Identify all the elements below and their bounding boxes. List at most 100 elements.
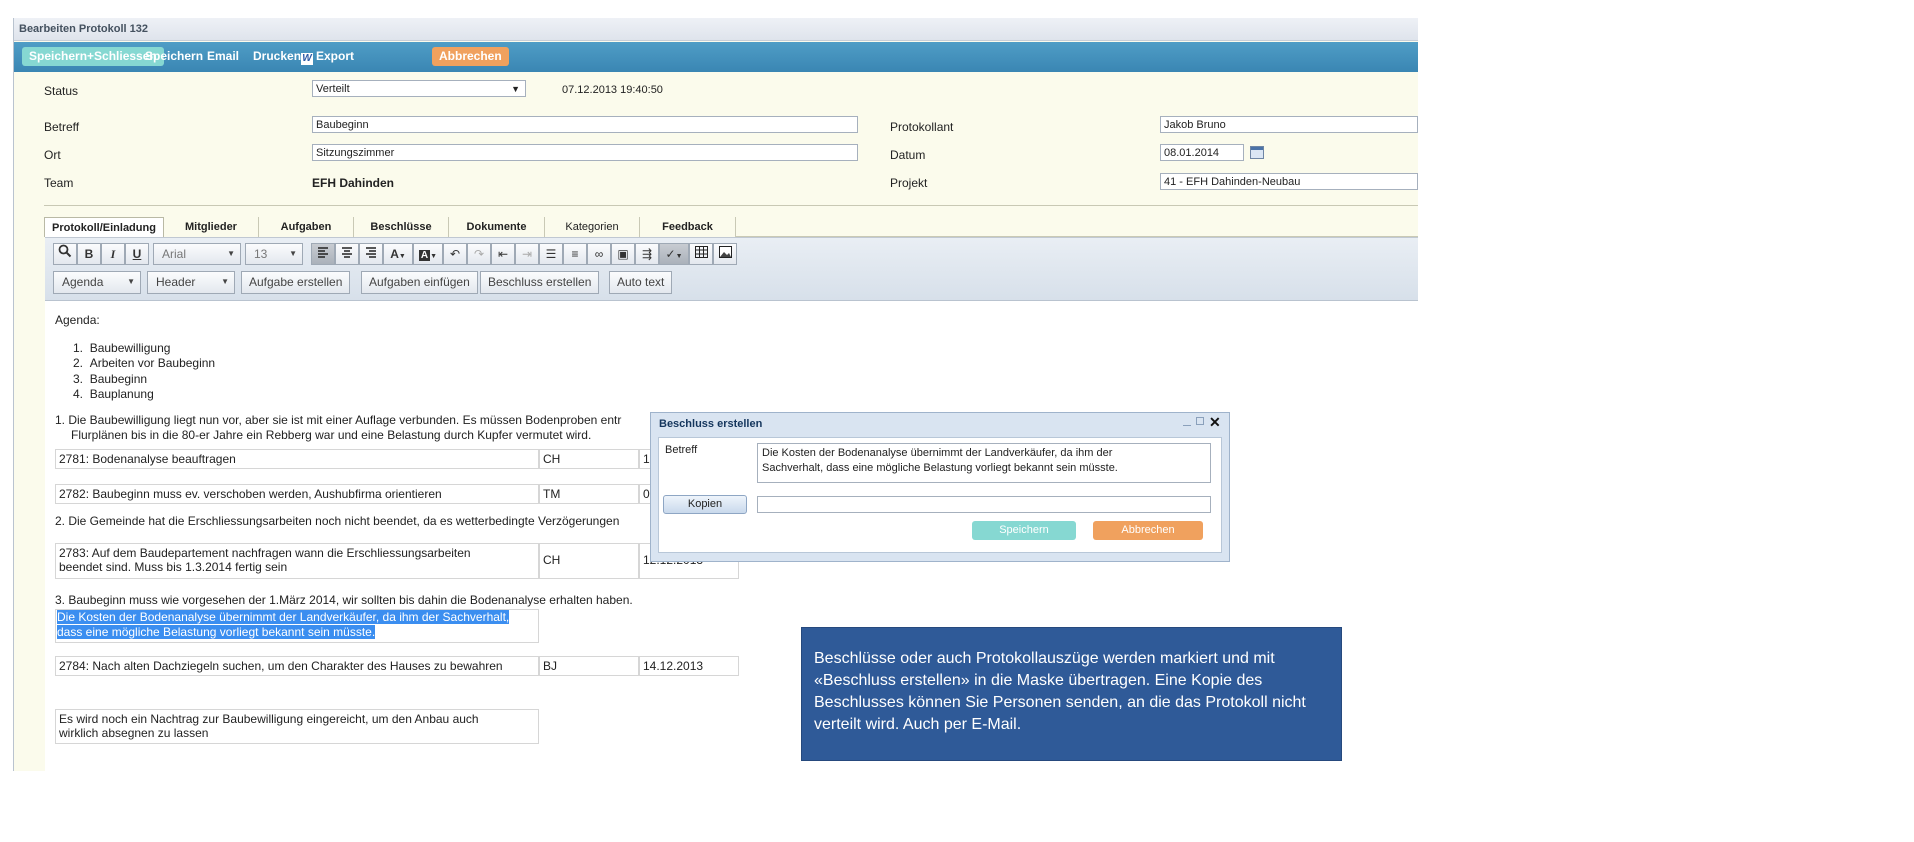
word-icon: W bbox=[301, 53, 313, 65]
paragraph-2: 2. Die Gemeinde hat die Erschliessungsar… bbox=[55, 514, 620, 528]
task-cell-text: 2784: Nach alten Dachziegeln suchen, um … bbox=[55, 656, 539, 676]
tab-feedback[interactable]: Feedback bbox=[640, 217, 736, 237]
chevron-down-icon: ▼ bbox=[511, 84, 520, 94]
team-value: EFH Dahinden bbox=[312, 176, 395, 190]
status-label: Status bbox=[44, 84, 79, 98]
bullet-list-icon[interactable]: ☰ bbox=[539, 243, 563, 265]
minimize-icon[interactable] bbox=[1183, 417, 1191, 426]
export-label: Export bbox=[316, 49, 355, 63]
agenda-item-text: Baubeginn bbox=[89, 372, 148, 386]
main-toolbar: Speichern+Schliessen Speichern Email Dru… bbox=[14, 42, 1418, 72]
copies-button[interactable]: Kopien bbox=[663, 495, 747, 514]
calendar-icon[interactable] bbox=[1250, 146, 1264, 159]
agenda-item-4: 4. Bauplanung bbox=[73, 387, 154, 401]
ort-field[interactable]: Sitzungszimmer bbox=[312, 144, 858, 161]
font-size-value: 13 bbox=[254, 247, 268, 261]
email-button[interactable]: Email bbox=[200, 47, 246, 66]
chevron-down-icon: ▼ bbox=[127, 277, 135, 286]
spellcheck-icon[interactable]: ✓▼ bbox=[659, 243, 689, 265]
agenda-select-value: Agenda bbox=[62, 275, 104, 289]
header-select[interactable]: Header ▼ bbox=[147, 271, 235, 294]
indent-increase-icon[interactable]: ⇥ bbox=[515, 243, 539, 265]
font-color-icon[interactable]: A▼ bbox=[383, 243, 413, 265]
agenda-item-2: 2. Arbeiten vor Baubeginn bbox=[73, 356, 216, 370]
export-button[interactable]: W Export bbox=[294, 47, 361, 66]
insert-tasks-button[interactable]: Aufgaben einfügen bbox=[361, 271, 478, 294]
agenda-select[interactable]: Agenda ▼ bbox=[53, 271, 141, 294]
agenda-item-text: Bauplanung bbox=[89, 387, 154, 401]
undo-icon[interactable]: ↶ bbox=[443, 243, 467, 265]
create-task-button[interactable]: Aufgabe erstellen bbox=[241, 271, 351, 294]
task-text-line: beendet sind. Muss bis 1.3.2014 fertig s… bbox=[59, 560, 288, 574]
search-icon[interactable] bbox=[53, 243, 77, 265]
tab-mitglieder[interactable]: Mitglieder bbox=[164, 217, 259, 237]
font-family-select[interactable]: Arial ▼ bbox=[153, 243, 241, 265]
task-text-line: 2783: Auf dem Baudepartement nachfragen … bbox=[59, 546, 471, 560]
italic-icon[interactable]: I bbox=[101, 243, 125, 265]
create-decision-button[interactable]: Beschluss erstellen bbox=[480, 271, 600, 294]
status-value: Verteilt bbox=[316, 83, 350, 95]
agenda-item-text: Arbeiten vor Baubeginn bbox=[89, 356, 216, 370]
dialog-betreff-line: Die Kosten der Bodenanalyse übernimmt de… bbox=[762, 447, 1113, 459]
task-cell-person: BJ bbox=[539, 656, 639, 676]
editor-toolbar: B I U Arial ▼ 13 ▼ A▼ A ▼ ↶ ↷ ⇤ ⇥ ☰ ≡ ∞ ▣ ⇶ bbox=[45, 238, 1418, 301]
dialog-betreff-textarea[interactable]: Die Kosten der Bodenanalyse übernimmt de… bbox=[757, 443, 1211, 483]
window-title: Bearbeiten Protokoll 132 bbox=[14, 18, 1418, 41]
link-icon[interactable]: ∞ bbox=[587, 243, 611, 265]
tab-beschluesse[interactable]: Beschlüsse bbox=[354, 217, 449, 237]
bold-icon[interactable]: B bbox=[77, 243, 101, 265]
betreff-label: Betreff bbox=[44, 120, 80, 134]
table-icon[interactable] bbox=[689, 243, 713, 265]
task-cell-person: CH bbox=[539, 543, 639, 579]
chevron-down-icon: ▼ bbox=[221, 277, 229, 286]
agenda-title: Agenda: bbox=[55, 313, 100, 327]
callout-text: Beschlüsse oder auch Protokollauszüge we… bbox=[814, 650, 1306, 733]
status-select[interactable]: Verteilt ▼ bbox=[312, 80, 526, 97]
projekt-select[interactable]: 41 - EFH Dahinden-Neubau bbox=[1160, 173, 1418, 190]
dialog-betreff-line: Sachverhalt, dass eine mögliche Belastun… bbox=[762, 462, 1118, 474]
dialog-save-button[interactable]: Speichern bbox=[972, 521, 1076, 540]
maximize-icon[interactable] bbox=[1196, 417, 1204, 425]
align-left-icon[interactable] bbox=[311, 243, 335, 265]
redo-icon[interactable]: ↷ bbox=[467, 243, 491, 265]
protokollant-field[interactable]: Jakob Bruno bbox=[1160, 116, 1418, 133]
projekt-label: Projekt bbox=[890, 176, 928, 190]
highlight-color-icon[interactable]: A ▼ bbox=[413, 243, 443, 265]
team-label: Team bbox=[44, 176, 74, 190]
tab-aufgaben[interactable]: Aufgaben bbox=[259, 217, 354, 237]
dialog-cancel-button[interactable]: Abbrechen bbox=[1093, 521, 1203, 540]
status-timestamp: 07.12.2013 19:40:50 bbox=[562, 84, 663, 96]
header-select-value: Header bbox=[156, 275, 196, 289]
paragraph-1-line-2: Flurplänen bis in die 80-er Jahre ein Re… bbox=[71, 428, 592, 442]
tab-protokoll[interactable]: Protokoll/Einladung bbox=[44, 217, 164, 237]
image-icon[interactable] bbox=[713, 243, 737, 265]
cancel-button[interactable]: Abbrechen bbox=[432, 47, 509, 66]
selected-text-block[interactable]: Die Kosten der Bodenanalyse übernimmt de… bbox=[55, 609, 539, 643]
task-cell-person: CH bbox=[539, 449, 639, 469]
align-center-icon[interactable] bbox=[335, 243, 359, 265]
underline-icon[interactable]: U bbox=[125, 243, 149, 265]
form-divider bbox=[44, 205, 1418, 206]
close-icon[interactable]: ✕ bbox=[1209, 414, 1221, 431]
font-size-select[interactable]: 13 ▼ bbox=[245, 243, 303, 265]
agenda-item-3: 3. Baubeginn bbox=[73, 372, 148, 386]
chevron-down-icon: ▼ bbox=[289, 249, 297, 258]
datum-field[interactable]: 08.01.2014 bbox=[1160, 144, 1244, 161]
outdent-icon[interactable]: ⇶ bbox=[635, 243, 659, 265]
tab-dokumente[interactable]: Dokumente bbox=[449, 217, 545, 237]
info-callout: Beschlüsse oder auch Protokollauszüge we… bbox=[801, 627, 1342, 761]
tab-kategorien[interactable]: Kategorien bbox=[545, 217, 640, 237]
copies-field[interactable] bbox=[757, 496, 1211, 513]
auto-text-button[interactable]: Auto text bbox=[609, 271, 673, 294]
protokollant-label: Protokollant bbox=[890, 120, 954, 134]
betreff-field[interactable]: Baubeginn bbox=[312, 116, 858, 133]
note-cell: Es wird noch ein Nachtrag zur Baubewilli… bbox=[55, 709, 539, 744]
chevron-down-icon: ▼ bbox=[227, 249, 235, 258]
numbered-list-icon[interactable]: ≡ bbox=[563, 243, 587, 265]
selected-text: Die Kosten der Bodenanalyse übernimmt de… bbox=[56, 610, 538, 640]
indent-decrease-icon[interactable]: ⇤ bbox=[491, 243, 515, 265]
task-cell-text: 2783: Auf dem Baudepartement nachfragen … bbox=[55, 543, 539, 579]
paste-icon[interactable]: ▣ bbox=[611, 243, 635, 265]
align-right-icon[interactable] bbox=[359, 243, 383, 265]
dialog-body: Betreff Die Kosten der Bodenanalyse über… bbox=[658, 437, 1222, 553]
